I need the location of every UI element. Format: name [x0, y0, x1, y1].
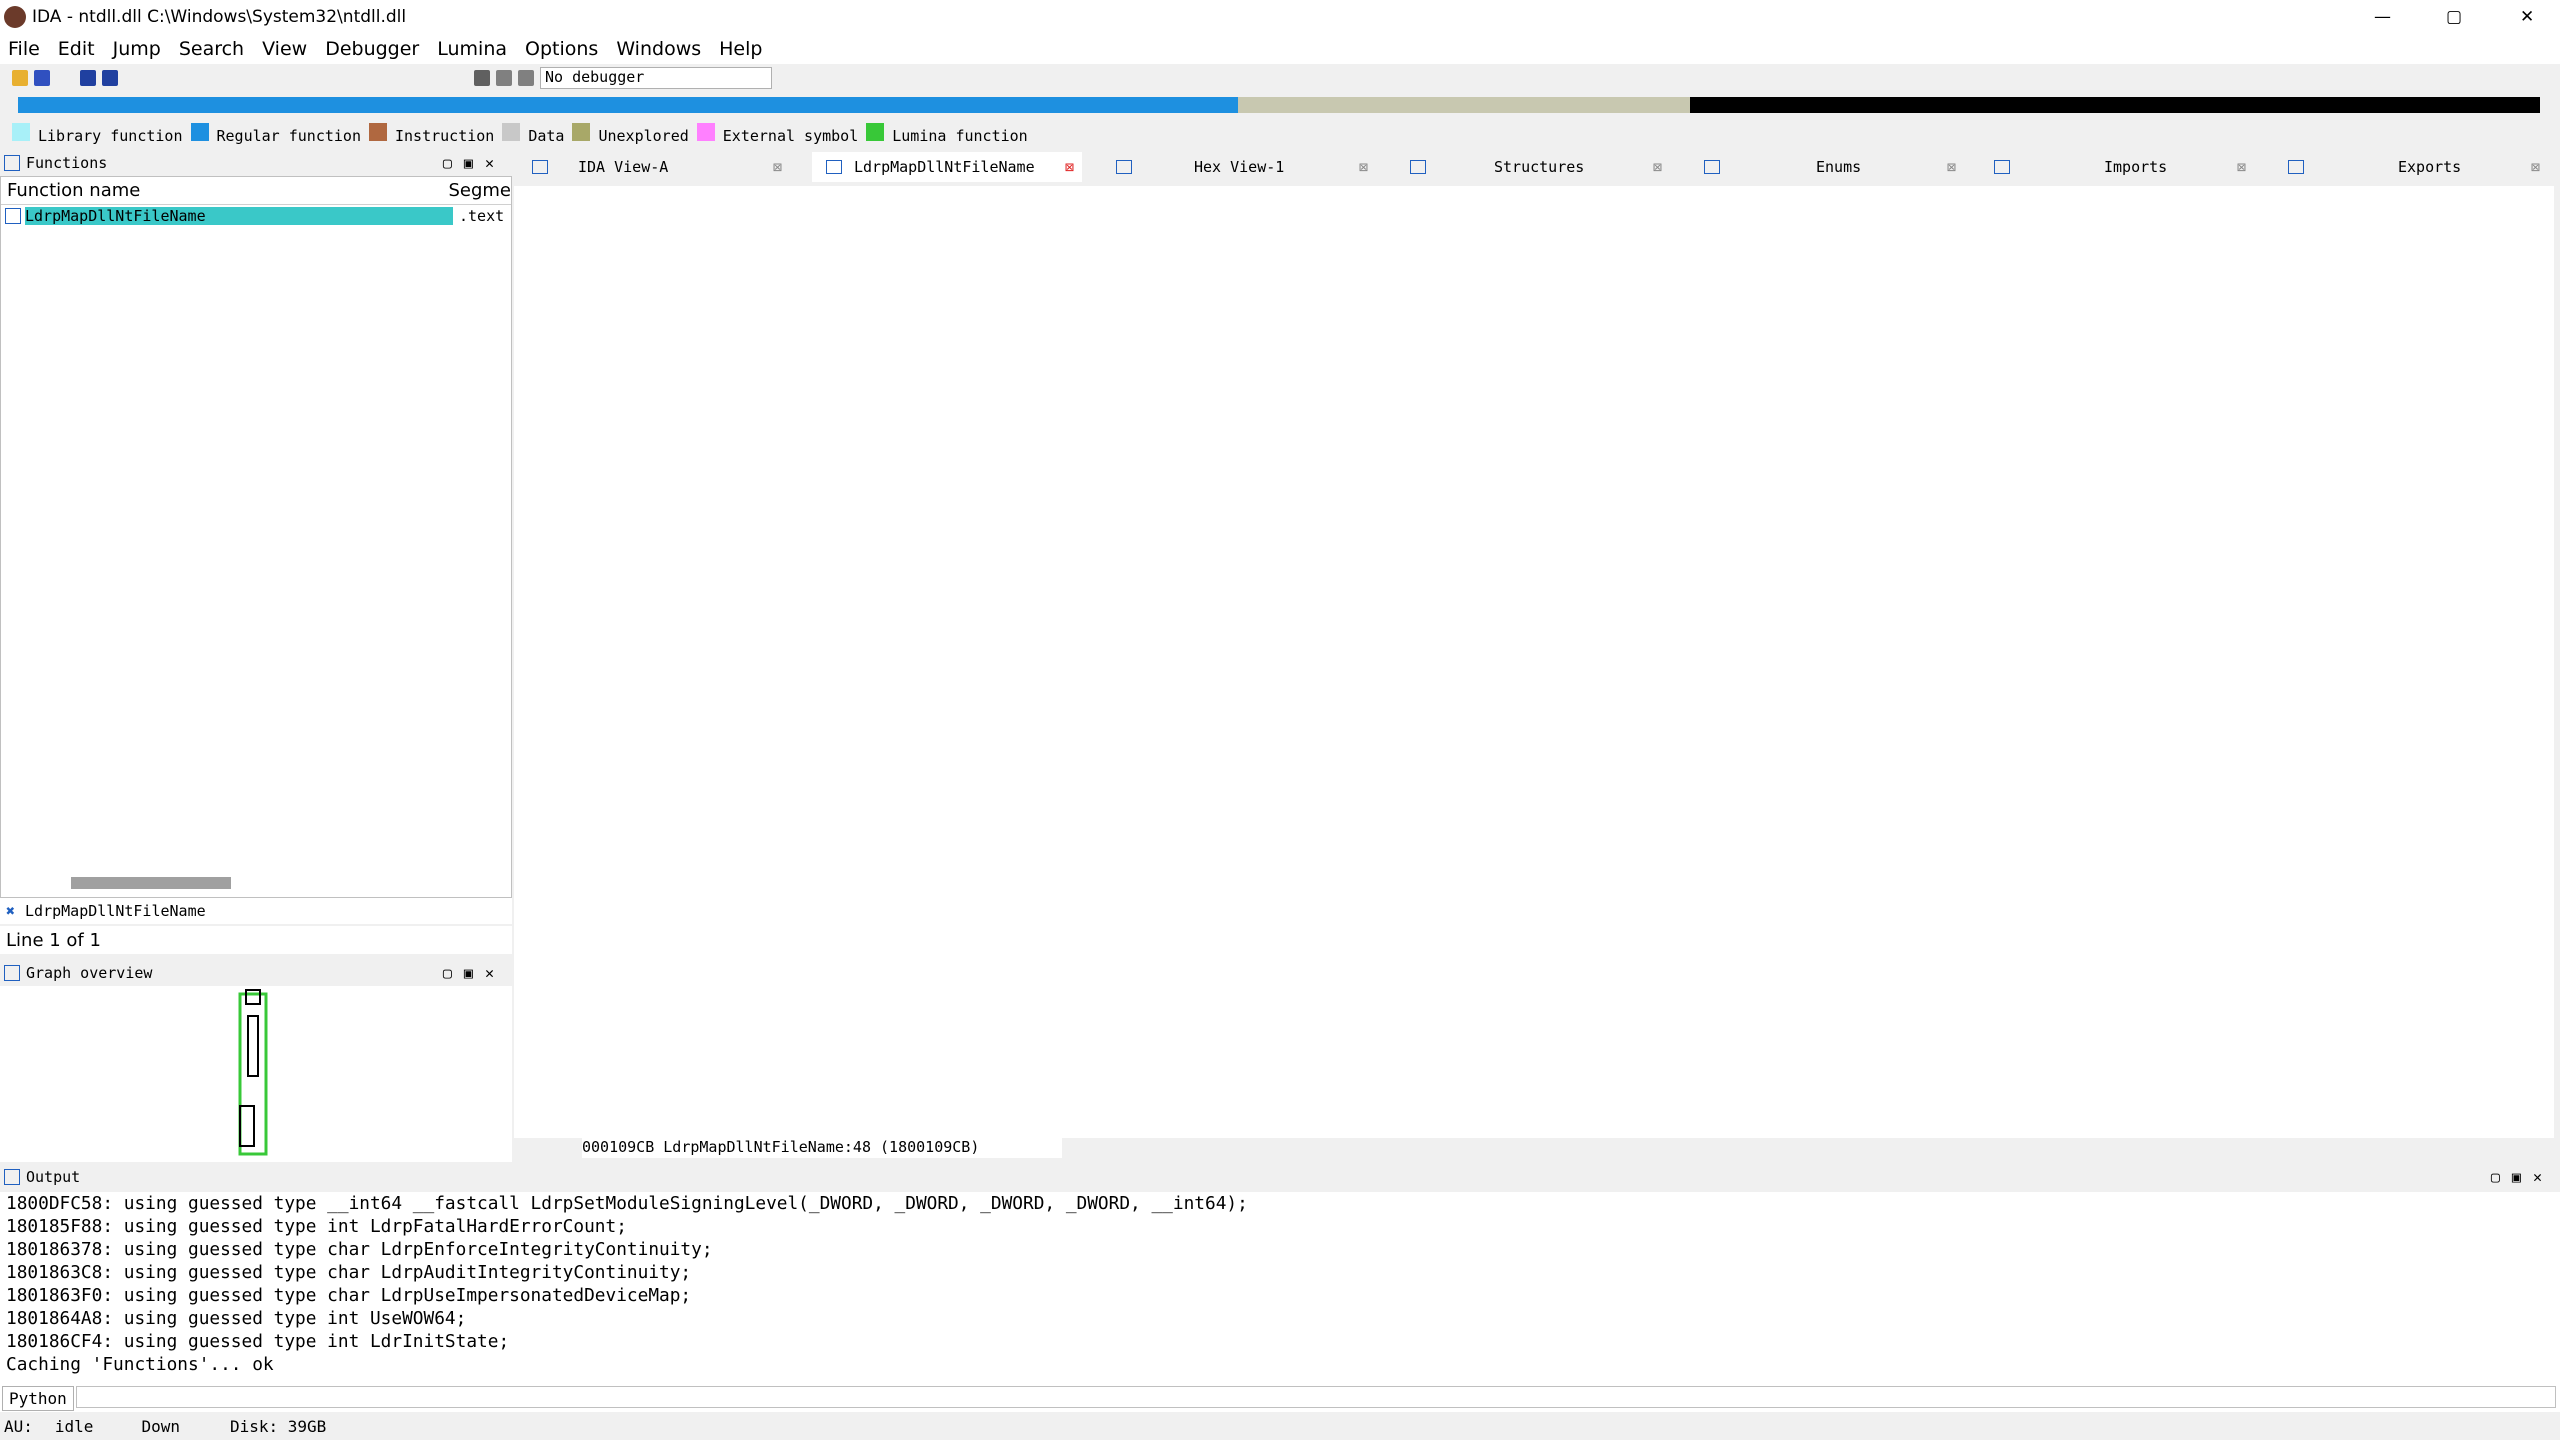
menu-help[interactable]: Help	[719, 38, 762, 60]
column-function-name[interactable]: Function name	[1, 180, 448, 201]
output-line: Caching 'Functions'... ok	[6, 1354, 274, 1375]
open-icon[interactable]	[12, 70, 28, 86]
tab-close-icon[interactable]: ⊠	[773, 158, 782, 176]
output-panel-title: Output ▢▣✕	[0, 1166, 2560, 1188]
legend-data: Data	[502, 123, 564, 145]
legend-regular-function: Regular function	[190, 123, 361, 145]
python-button[interactable]: Python	[2, 1386, 74, 1411]
function-filter[interactable]: ✖ LdrpMapDllNtFileName	[0, 898, 512, 924]
tab-ida-view-a[interactable]: IDA View-A ⊠	[520, 152, 790, 182]
back-icon[interactable]	[80, 70, 96, 86]
hex-view-icon	[1116, 160, 1132, 174]
tab-imports[interactable]: Imports ⊠	[1990, 152, 2252, 182]
graph-icon	[4, 965, 20, 981]
title-bar: IDA - ntdll.dll C:\Windows\System32\ntdl…	[0, 0, 2560, 34]
pseudocode-view[interactable]	[514, 186, 2554, 1138]
minimize-icon[interactable]: —	[2374, 7, 2391, 27]
graph-panel-controls[interactable]: ▢▣✕	[443, 964, 506, 982]
structures-icon	[1410, 160, 1426, 174]
output-line: 1801863F0: using guessed type char LdrpU…	[6, 1285, 692, 1306]
graph-panel-title: Graph overview ▢▣✕	[0, 962, 512, 984]
stop-icon[interactable]	[518, 70, 534, 86]
output-line: 1801863C8: using guessed type char LdrpA…	[6, 1262, 692, 1283]
legend-lumina-function: Lumina function	[866, 123, 1028, 145]
python-bar: Python	[0, 1384, 2560, 1412]
legend-external-symbol: External symbol	[696, 123, 858, 145]
output-line: 180186CF4: using guessed type int LdrIni…	[6, 1331, 510, 1352]
output-panel-controls[interactable]: ▢▣✕	[2491, 1168, 2554, 1186]
debugger-select[interactable]: No debugger	[540, 67, 772, 89]
legend: Library function Regular function Instru…	[0, 120, 2560, 148]
tab-structures[interactable]: Structures ⊠	[1406, 152, 1668, 182]
horizontal-scrollbar[interactable]	[71, 877, 231, 889]
function-icon	[5, 208, 21, 224]
tab-pseudocode[interactable]: LdrpMapDllNtFileName ⊠	[812, 152, 1082, 182]
legend-unexplored: Unexplored	[572, 123, 689, 145]
functions-panel-controls[interactable]: ▢▣✕	[443, 154, 506, 172]
forward-icon[interactable]	[102, 70, 118, 86]
functions-icon	[4, 155, 20, 171]
close-icon[interactable]: ✕	[2520, 7, 2534, 27]
window-title: IDA - ntdll.dll C:\Windows\System32\ntdl…	[32, 7, 407, 27]
run-icon[interactable]	[474, 70, 490, 86]
tab-close-icon[interactable]: ⊠	[2531, 158, 2540, 176]
enums-icon	[1704, 160, 1720, 174]
menu-options[interactable]: Options	[525, 38, 598, 60]
tab-close-icon[interactable]: ⊠	[1359, 158, 1368, 176]
imports-icon	[1994, 160, 2010, 174]
exports-icon	[2288, 160, 2304, 174]
output-icon	[4, 1169, 20, 1185]
menu-lumina[interactable]: Lumina	[437, 38, 507, 60]
tab-close-icon[interactable]: ⊠	[1653, 158, 1662, 176]
output-line: 1800DFC58: using guessed type __int64 __…	[6, 1193, 1248, 1214]
ida-view-icon	[532, 160, 548, 174]
column-segment[interactable]: Segme	[448, 180, 511, 201]
graph-overview[interactable]	[0, 986, 512, 1162]
menu-debugger[interactable]: Debugger	[325, 38, 419, 60]
save-icon[interactable]	[34, 70, 50, 86]
output-log[interactable]: 1800DFC58: using guessed type __int64 __…	[0, 1192, 2560, 1414]
line-status: Line 1 of 1	[0, 926, 512, 954]
tab-close-icon[interactable]: ⊠	[1065, 158, 1074, 176]
tab-hex-view[interactable]: Hex View-1 ⊠	[1112, 152, 1374, 182]
menu-windows[interactable]: Windows	[616, 38, 701, 60]
menu-view[interactable]: View	[262, 38, 307, 60]
legend-library-function: Library function	[12, 123, 183, 145]
output-line: 180186378: using guessed type char LdrpE…	[6, 1239, 713, 1260]
function-name-cell: LdrpMapDllNtFileName	[25, 207, 453, 225]
menu-jump[interactable]: Jump	[113, 38, 161, 60]
toolbar: No debugger	[0, 64, 2560, 92]
navigation-band[interactable]	[0, 94, 2560, 118]
tab-close-icon[interactable]: ⊠	[1947, 158, 1956, 176]
maximize-icon[interactable]: ▢	[2446, 7, 2462, 27]
legend-instruction: Instruction	[369, 123, 494, 145]
output-line: 180185F88: using guessed type int LdrpFa…	[6, 1216, 627, 1237]
menu-file[interactable]: File	[8, 38, 40, 60]
status-bar: AU: idle Down Disk: 39GB	[0, 1412, 2560, 1440]
command-input[interactable]	[76, 1386, 2556, 1408]
close-filter-icon[interactable]: ✖	[6, 902, 15, 920]
functions-panel-title: Functions ▢▣✕	[0, 152, 512, 174]
tab-exports[interactable]: Exports ⊠	[2284, 152, 2546, 182]
menu-bar: File Edit Jump Search View Debugger Lumi…	[0, 34, 2560, 64]
pause-icon[interactable]	[496, 70, 512, 86]
menu-edit[interactable]: Edit	[58, 38, 95, 60]
table-row[interactable]: LdrpMapDllNtFileName .text	[1, 205, 511, 227]
tab-enums[interactable]: Enums ⊠	[1700, 152, 1962, 182]
functions-list: Function name Segme LdrpMapDllNtFileName…	[0, 176, 512, 898]
menu-search[interactable]: Search	[179, 38, 244, 60]
pseudocode-icon	[826, 160, 842, 174]
tab-close-icon[interactable]: ⊠	[2237, 158, 2246, 176]
output-line: 1801864A8: using guessed type int UseWOW…	[6, 1308, 467, 1329]
code-status: 000109CB LdrpMapDllNtFileName:48 (180010…	[582, 1136, 1062, 1158]
segment-cell: .text	[459, 207, 505, 225]
ida-logo-icon	[4, 6, 26, 28]
